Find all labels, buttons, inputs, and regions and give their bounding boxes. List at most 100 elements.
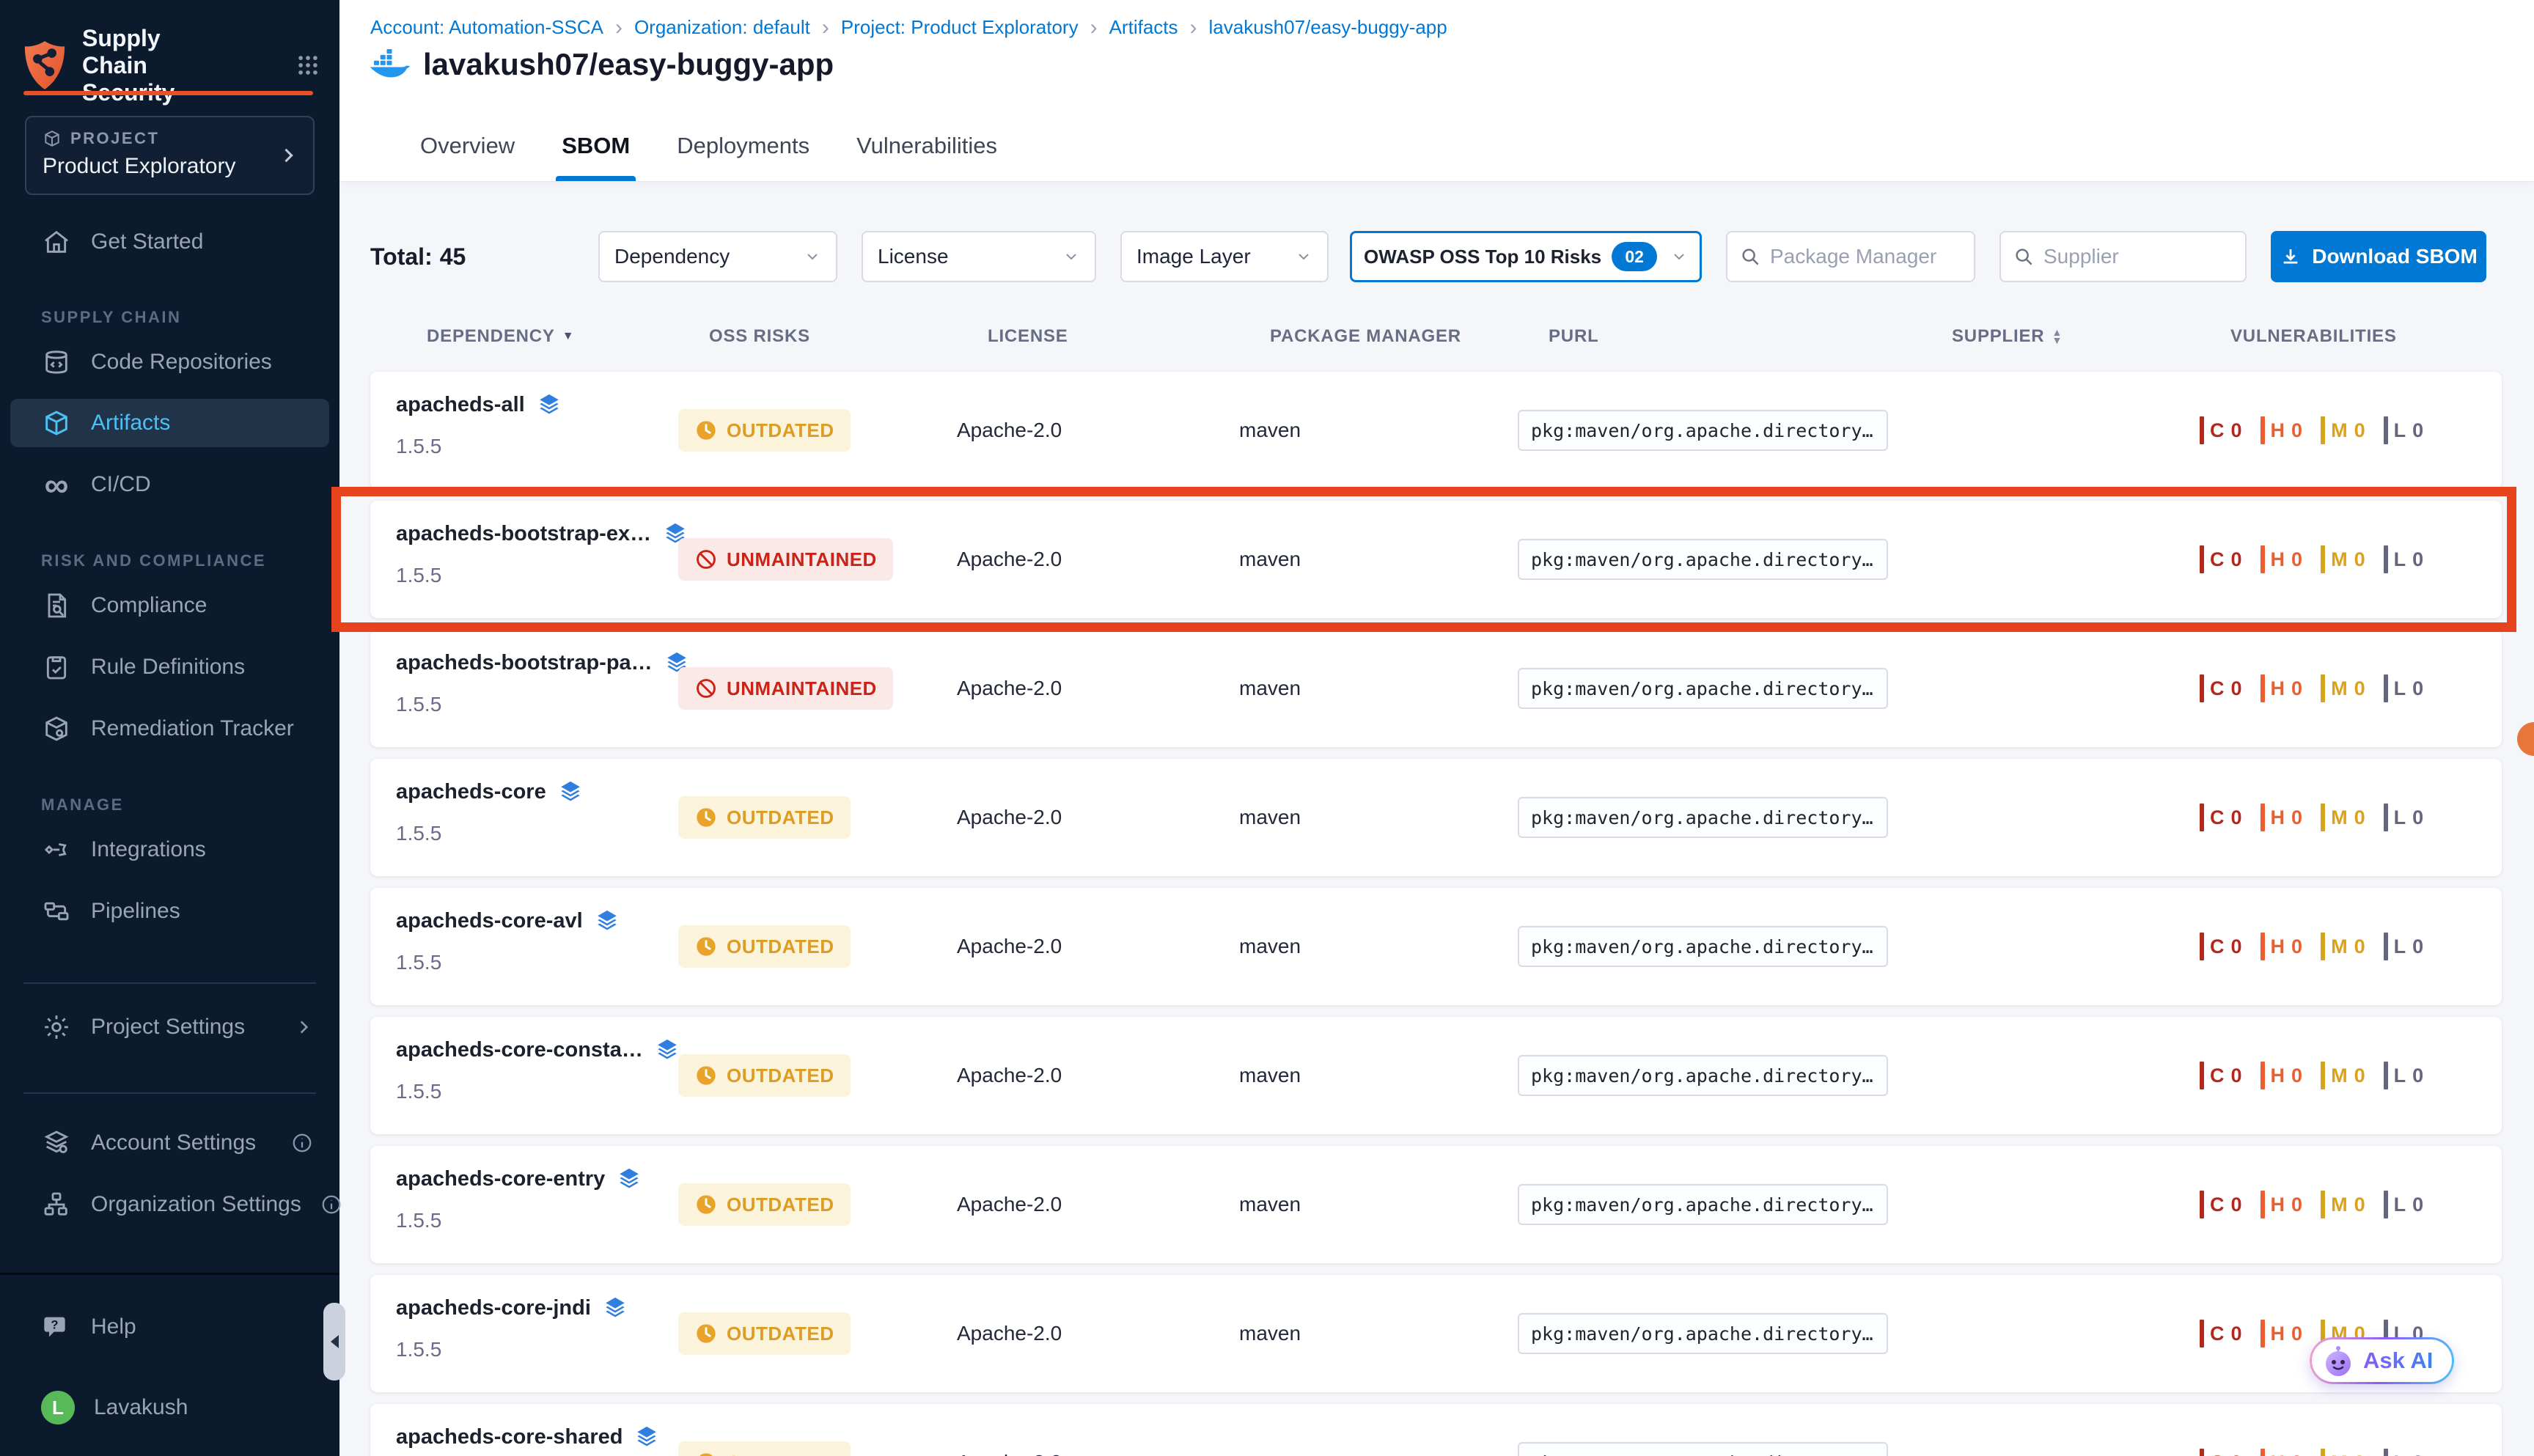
package-manager-cell: maven [1239, 759, 1301, 876]
filter-dropdown-dependency[interactable]: Dependency [598, 231, 837, 282]
severity-bar [2261, 416, 2265, 444]
table-row[interactable]: apacheds-bootstrap-ex…1.5.5UNMAINTAINEDA… [370, 501, 2502, 618]
sidebar-item-account-settings[interactable]: Account Settings [10, 1119, 329, 1167]
dependency-name: apacheds-all [396, 393, 525, 417]
tab-sbom[interactable]: SBOM [562, 111, 630, 181]
project-label: PROJECT [70, 129, 159, 148]
info-icon[interactable] [320, 1194, 342, 1216]
search-supplier[interactable] [1999, 231, 2247, 282]
purl-value[interactable]: pkg:maven/org.apache.directory.s… [1518, 1184, 1888, 1225]
purl-cell: pkg:maven/org.apache.directory.s… [1518, 1275, 1888, 1392]
sidebar-item-label: CI/CD [91, 472, 151, 497]
breadcrumb-link[interactable]: Project: Product Exploratory [841, 16, 1079, 39]
column-header-supplier[interactable]: SUPPLIER▲▼ [1952, 320, 2063, 353]
ban-icon [694, 548, 718, 571]
download-sbom-button[interactable]: Download SBOM [2271, 231, 2486, 282]
app-shield-logo-icon [22, 40, 67, 91]
vulnerabilities-cell: C0H0M0L0 [2200, 630, 2424, 747]
help-button[interactable]: ? Help [10, 1303, 329, 1351]
table-row[interactable]: apacheds-bootstrap-pa…1.5.5UNMAINTAINEDA… [370, 630, 2502, 747]
tab-deployments[interactable]: Deployments [677, 111, 809, 181]
severity-bar [2200, 1320, 2204, 1347]
sidebar-item-compliance[interactable]: Compliance [10, 581, 329, 630]
purl-value[interactable]: pkg:maven/org.apache.directory.s… [1518, 797, 1888, 838]
purl-value[interactable]: pkg:maven/org.apache.directory.s… [1518, 410, 1888, 451]
sidebar-item-organization-settings[interactable]: Organization Settings [10, 1180, 329, 1229]
sidebar-item-label: Integrations [91, 837, 206, 862]
table-body: apacheds-all1.5.5OUTDATEDApache-2.0maven… [370, 372, 2502, 1456]
tab-vulnerabilities[interactable]: Vulnerabilities [856, 111, 997, 181]
breadcrumb-link[interactable]: lavakush07/easy-buggy-app [1209, 16, 1447, 39]
purl-value[interactable]: pkg:maven/org.apache.directory.s… [1518, 926, 1888, 967]
table-row[interactable]: apacheds-core-entry1.5.5OUTDATEDApache-2… [370, 1146, 2502, 1263]
search-input[interactable] [2043, 245, 2233, 268]
filter-dropdown-license[interactable]: License [862, 231, 1096, 282]
purl-value[interactable]: pkg:maven/org.apache.directory.s… [1518, 1055, 1888, 1096]
table-row[interactable]: apacheds-core-jndi1.5.5OUTDATEDApache-2.… [370, 1275, 2502, 1392]
vuln-count-c: C0 [2200, 1449, 2243, 1456]
search-input[interactable] [1770, 245, 1962, 268]
search-package-manager[interactable] [1726, 231, 1975, 282]
purl-value[interactable]: pkg:maven/org.apache.directory.s… [1518, 539, 1888, 580]
sidebar-item-label: Remediation Tracker [91, 716, 294, 741]
dependency-name: apacheds-bootstrap-pa… [396, 651, 653, 675]
breadcrumb-link[interactable]: Artifacts [1109, 16, 1178, 39]
sidebar-item-label: Account Settings [91, 1130, 256, 1155]
chevron-down-icon [804, 248, 821, 265]
risk-badge-unmaintained: UNMAINTAINED [678, 667, 893, 710]
column-label: VULNERABILITIES [2230, 326, 2397, 347]
severity-bar [2321, 674, 2325, 702]
breadcrumb-separator: › [822, 18, 829, 37]
filter-dropdown-image-layer[interactable]: Image Layer [1120, 231, 1329, 282]
severity-bar [2321, 1062, 2325, 1089]
sidebar-item-code-repositories[interactable]: Code Repositories [10, 338, 329, 386]
sidebar-item-integrations[interactable]: Integrations [10, 826, 329, 874]
risk-label: OUTDATED [727, 1065, 834, 1087]
column-header-purl: PURL [1549, 320, 1599, 353]
user-menu[interactable]: L Lavakush [10, 1383, 329, 1432]
column-header-dependency[interactable]: DEPENDENCY▼ [427, 320, 574, 353]
breadcrumb-link[interactable]: Account: Automation-SSCA [370, 16, 603, 39]
sidebar-item-rule-definitions[interactable]: Rule Definitions [10, 643, 329, 691]
table-row[interactable]: apacheds-core-shared1.5.5OUTDATEDApache-… [370, 1404, 2502, 1456]
sidebar-item-artifacts[interactable]: Artifacts [10, 399, 329, 447]
sidebar-item-project-settings[interactable]: Project Settings [10, 1003, 329, 1051]
package-manager-cell: maven [1239, 1017, 1301, 1134]
vuln-count-l: L0 [2384, 1191, 2425, 1218]
risk-label: OUTDATED [727, 1323, 834, 1345]
info-icon[interactable] [291, 1132, 313, 1154]
sidebar-item-ci-cd[interactable]: ∞CI/CD [10, 460, 329, 509]
purl-value[interactable]: pkg:maven/org.apache.directory.s… [1518, 1313, 1888, 1354]
sidebar-item-remediation-tracker[interactable]: Remediation Tracker [10, 705, 329, 753]
module-grid-icon[interactable] [295, 53, 320, 78]
oss-risk-cell: OUTDATED [678, 888, 851, 1005]
tab-label: Vulnerabilities [856, 133, 997, 159]
purl-value[interactable]: pkg:maven/org.apache.directory.s… [1518, 1442, 1888, 1456]
vuln-count-h: H0 [2261, 933, 2304, 960]
project-selector[interactable]: PROJECT Product Exploratory [25, 116, 315, 195]
vuln-count-m: M0 [2321, 933, 2366, 960]
sidebar-collapse-handle[interactable] [323, 1303, 345, 1380]
sidebar-item-label: Project Settings [91, 1015, 245, 1040]
dependency-cell: apacheds-core1.5.5 [396, 779, 583, 845]
severity-bar [2384, 1449, 2388, 1456]
column-label: SUPPLIER [1952, 326, 2044, 347]
risk-label: UNMAINTAINED [727, 548, 877, 571]
sidebar-item-get-started[interactable]: Get Started [10, 218, 329, 266]
ask-ai-button[interactable]: Ask AI [2310, 1337, 2454, 1384]
table-row[interactable]: apacheds-core-consta…1.5.5OUTDATEDApache… [370, 1017, 2502, 1134]
tab-overview[interactable]: Overview [420, 111, 515, 181]
vuln-count-h: H0 [2261, 674, 2304, 702]
sidebar-item-pipelines[interactable]: Pipelines [10, 887, 329, 935]
owasp-risks-filter[interactable]: OWASP OSS Top 10 Risks 02 [1350, 231, 1702, 282]
table-row[interactable]: apacheds-core1.5.5OUTDATEDApache-2.0mave… [370, 759, 2502, 876]
risk-label: UNMAINTAINED [727, 677, 877, 700]
vuln-count-h: H0 [2261, 1320, 2304, 1347]
table-row[interactable]: apacheds-core-avl1.5.5OUTDATEDApache-2.0… [370, 888, 2502, 1005]
breadcrumb-link[interactable]: Organization: default [634, 16, 810, 39]
sidebar-divider [23, 1092, 316, 1094]
oss-risk-cell: OUTDATED [678, 372, 851, 489]
table-row[interactable]: apacheds-all1.5.5OUTDATEDApache-2.0maven… [370, 372, 2502, 489]
vuln-count-c: C0 [2200, 1320, 2243, 1347]
purl-value[interactable]: pkg:maven/org.apache.directory.s… [1518, 668, 1888, 709]
